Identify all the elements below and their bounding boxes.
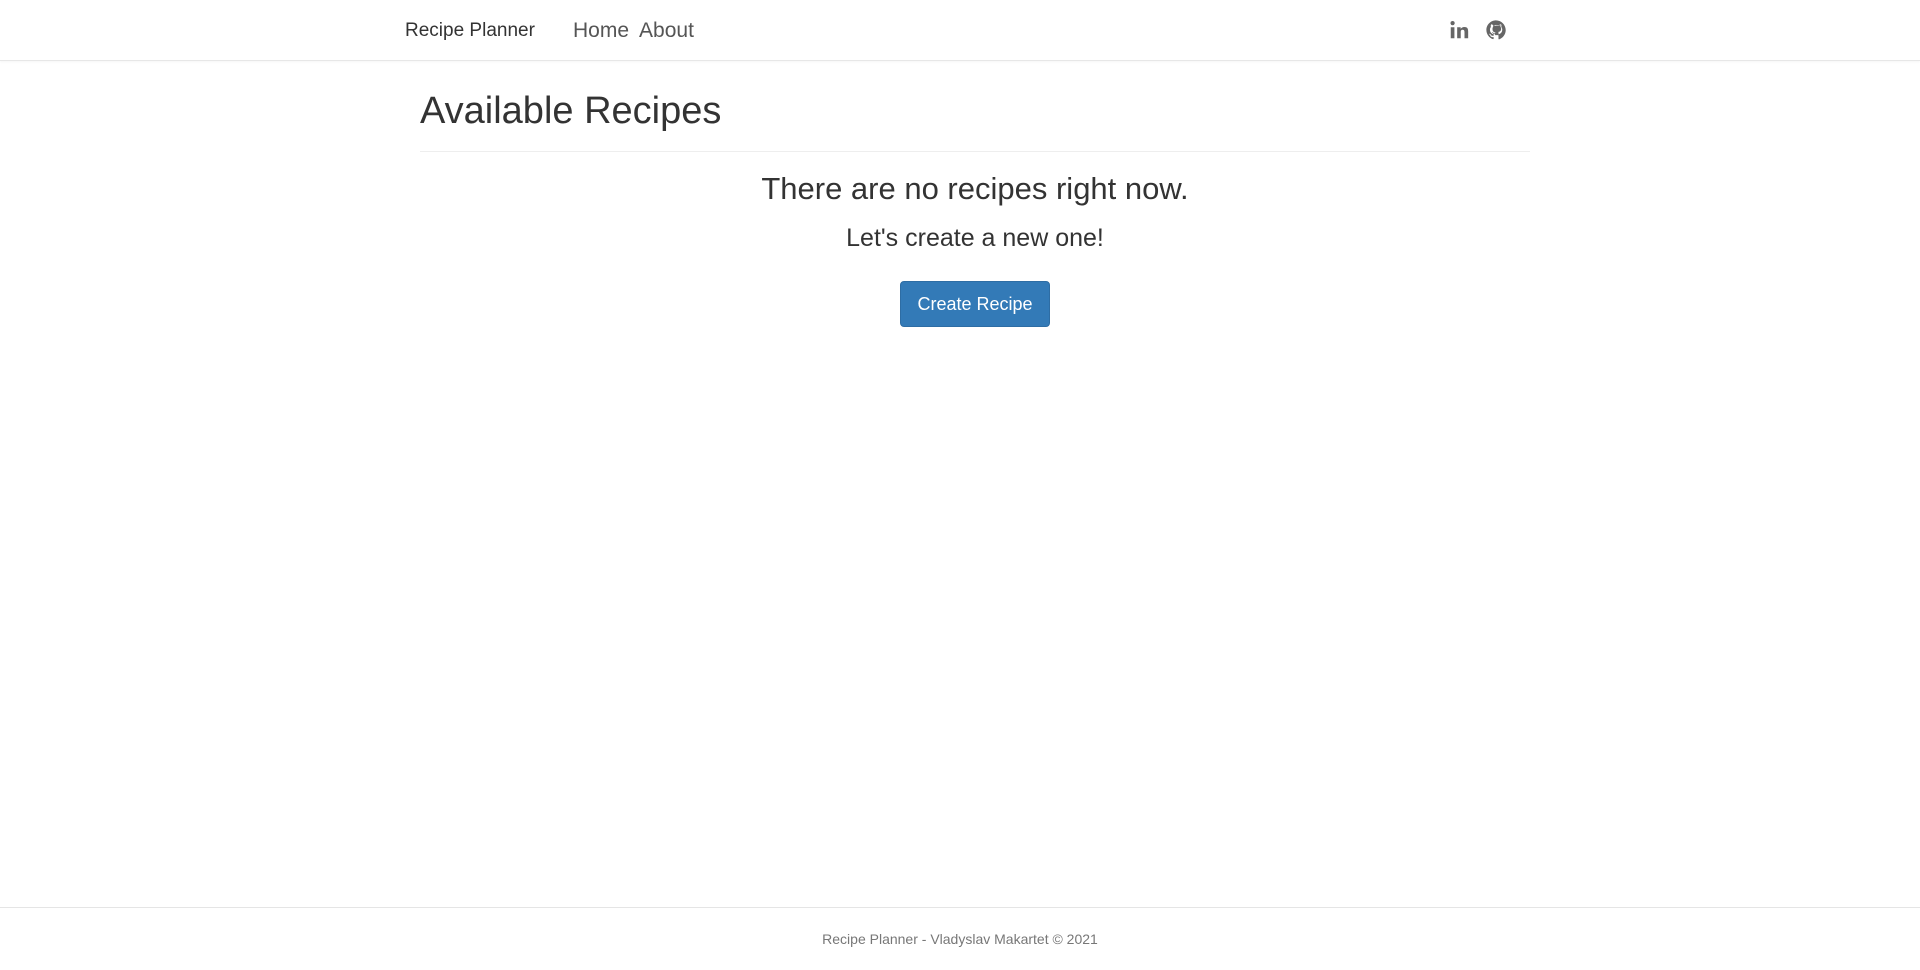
nav-about-link[interactable]: About	[639, 18, 694, 44]
empty-state-heading: There are no recipes right now.	[761, 171, 1189, 206]
top-navbar: Recipe Planner Home About	[0, 0, 1920, 61]
page-title: Available Recipes	[420, 90, 722, 132]
linkedin-icon[interactable]	[1448, 18, 1470, 42]
title-divider	[420, 151, 1530, 152]
nav-home-link[interactable]: Home	[573, 18, 629, 44]
page-footer: Recipe Planner - Vladyslav Makartet © 20…	[0, 907, 1920, 970]
nav-links: Home About	[573, 18, 694, 44]
create-recipe-button[interactable]: Create Recipe	[900, 281, 1050, 327]
brand-link[interactable]: Recipe Planner	[405, 19, 535, 43]
footer-text: Recipe Planner - Vladyslav Makartet © 20…	[822, 931, 1098, 947]
empty-state-subheading: Let's create a new one!	[846, 224, 1104, 252]
github-icon[interactable]	[1485, 18, 1507, 42]
social-icons	[1448, 18, 1507, 42]
